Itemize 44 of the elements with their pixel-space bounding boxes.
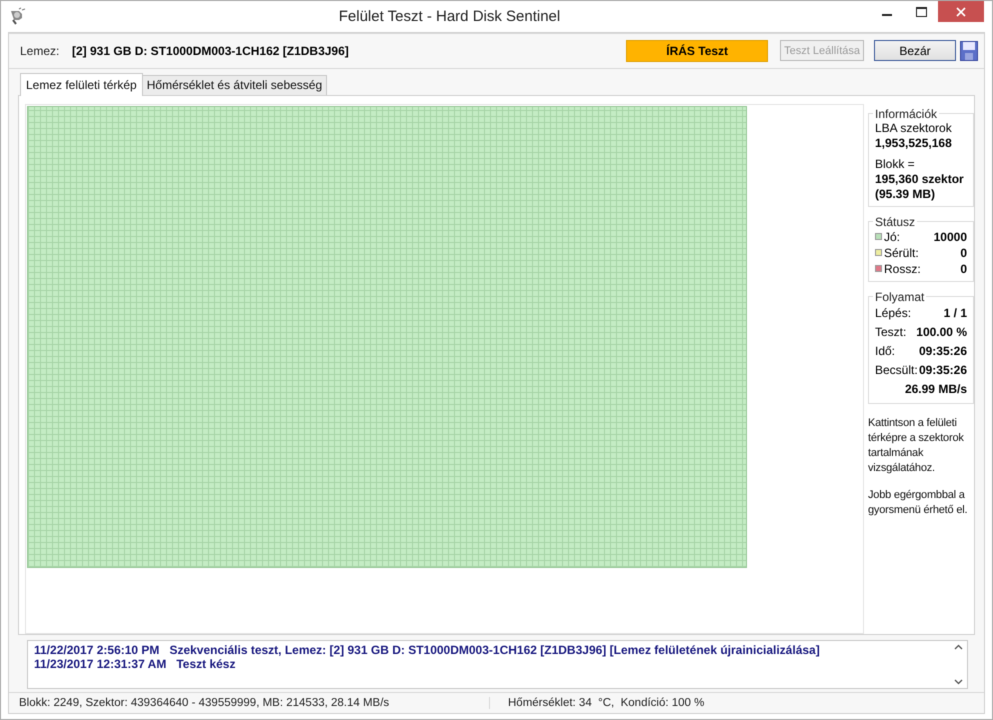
- close-dialog-button[interactable]: Bezár: [874, 40, 956, 62]
- close-button[interactable]: [938, 1, 984, 22]
- progress-label: Becsült:: [875, 363, 918, 378]
- section-title: Státusz: [874, 214, 916, 229]
- hint-text: Kattintson a felületi térképre a szektorok tartalmának vizsgálatához.: [868, 416, 965, 476]
- disk-name: [2] 931 GB D: ST1000DM003-1CH162 [Z1DB3J96]: [72, 44, 350, 58]
- log-timestamp: 11/22/2017 2:56:10 PM: [34, 642, 160, 657]
- tab[interactable]: Lemez felületi térkép: [20, 72, 143, 96]
- progress-value: 09:35:26: [918, 363, 967, 378]
- progress-label: Idő:: [875, 344, 896, 358]
- progress-label: Lépés:: [875, 306, 912, 320]
- close-icon[interactable]: [956, 6, 966, 16]
- save-icon[interactable]: [960, 40, 978, 61]
- scroll-up-icon[interactable]: [954, 644, 963, 650]
- progress-value: 1 / 1: [944, 306, 967, 320]
- status-count: 10000: [934, 230, 967, 244]
- log-timestamp: 11/23/2017 12:31:37 AM: [34, 656, 166, 671]
- log-message: Teszt kész: [176, 656, 236, 671]
- progress-label: Teszt:: [875, 325, 906, 340]
- info-value: 1,953,525,168: [875, 136, 953, 151]
- info-label: Blokk =: [875, 156, 916, 172]
- status-label: Sérült:: [884, 246, 919, 260]
- status-label: Jó:: [884, 230, 900, 244]
- info-value: 195,360 szektor: [875, 172, 965, 187]
- info-value: (95.39 MB): [875, 186, 936, 202]
- test-mode-indicator: ÍRÁS Teszt: [626, 40, 768, 62]
- scroll-down-icon[interactable]: [954, 679, 963, 686]
- maximize-icon[interactable]: [916, 6, 926, 16]
- speed-value: 26.99 MB/s: [904, 382, 967, 396]
- log-message: Szekvenciális teszt, Lemez: [2] 931 GB D: ST1000DM003-1CH162 [Z1DB3J96] [Lemez felületének újrainicializálása]: [169, 642, 820, 657]
- status-count: 0: [960, 246, 967, 260]
- section-title: Folyamat: [874, 290, 926, 304]
- info-label: LBA szektorok: [875, 120, 953, 136]
- status-text: Blokk: 2249, Szektor: 439364640 - 439559999, MB: 214533, 28.14 MB/s: [9, 697, 490, 710]
- hint-text: Jobb egérgombbal a gyorsmenü érhető el.: [868, 488, 968, 518]
- window-title: Felület Teszt - Hard Disk Sentinel: [338, 8, 562, 24]
- status-label: Rossz:: [884, 262, 921, 276]
- status-count: 0: [960, 262, 967, 276]
- tab[interactable]: Hőmérséklet és átviteli sebesség: [142, 74, 328, 95]
- progress-value: 09:35:26: [918, 344, 967, 358]
- section-title: Információk: [874, 106, 938, 121]
- disk-label: Lemez:: [20, 44, 60, 58]
- progress-value: 100.00 %: [916, 325, 967, 340]
- status-text: Hőmérséklet: 34 °C, Kondíció: 100 %: [507, 697, 706, 710]
